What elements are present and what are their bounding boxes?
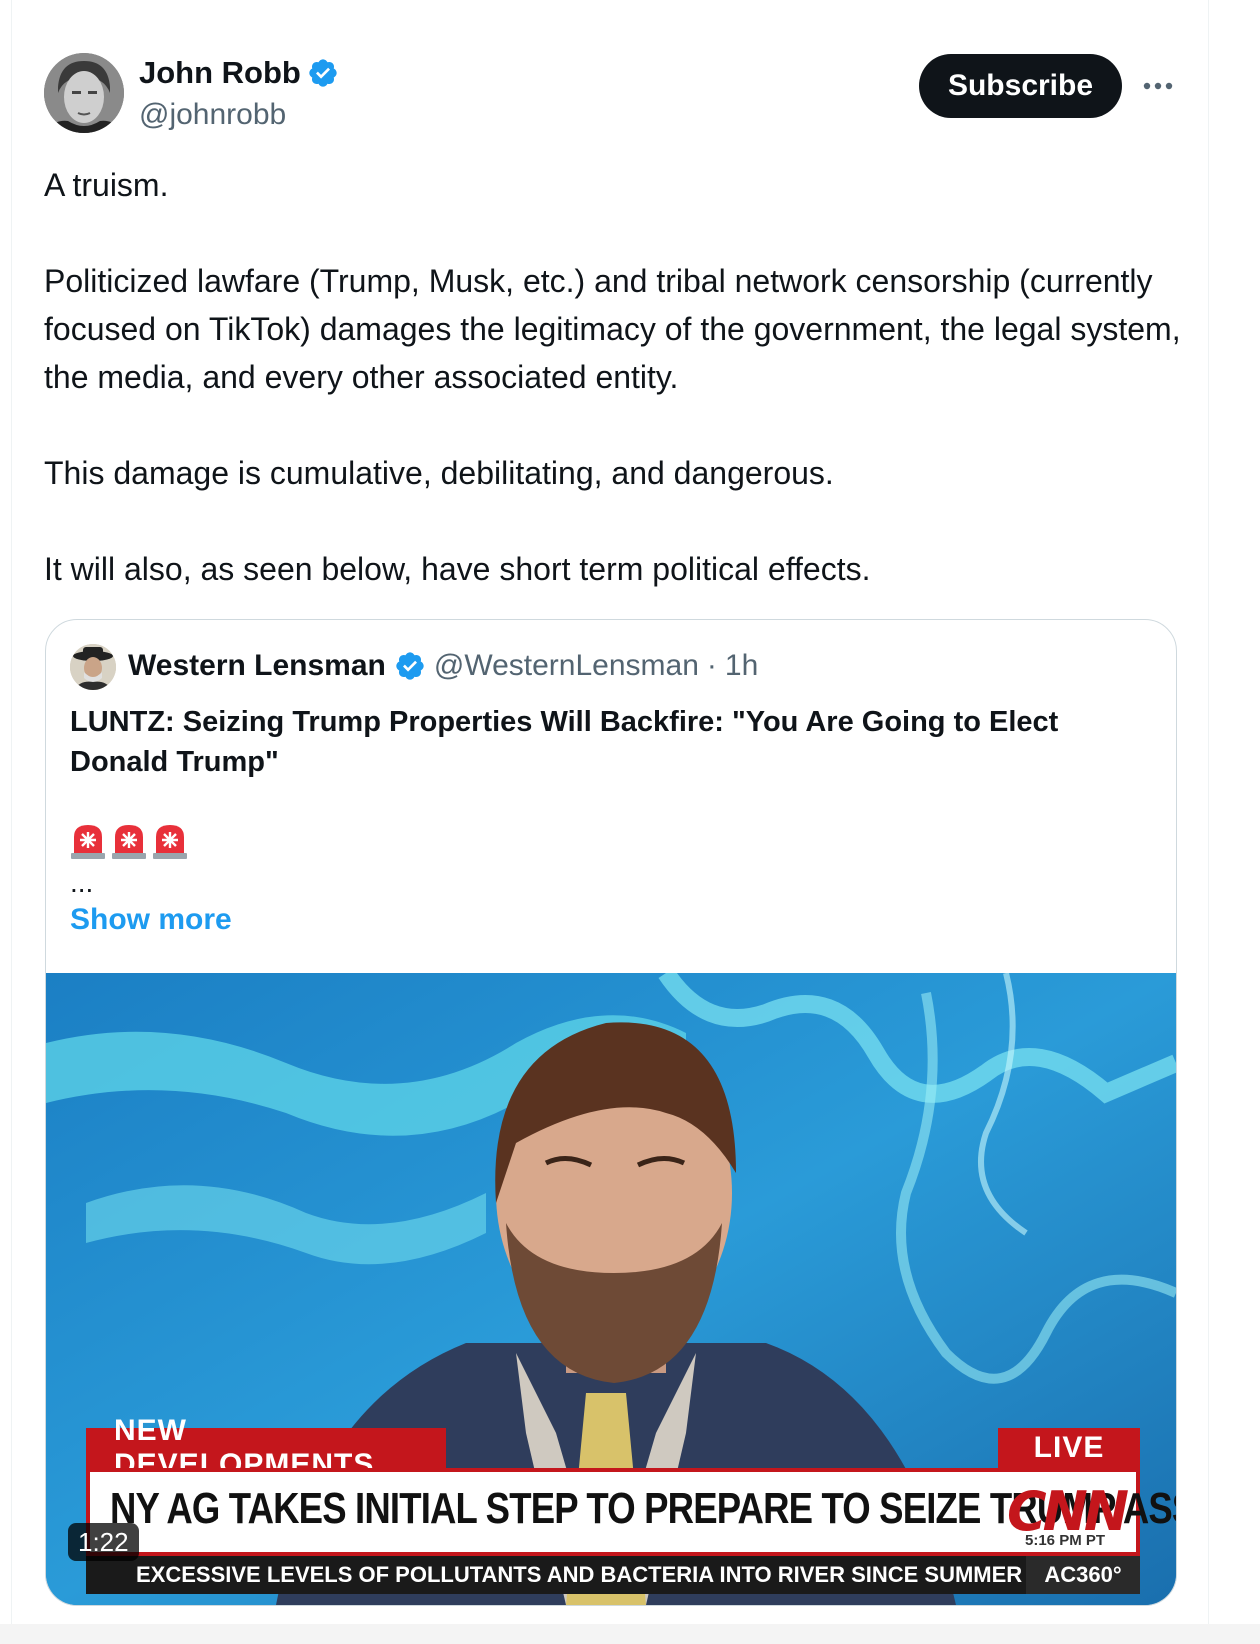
quoted-tweet[interactable]: Western Lensman @WesternLensman · 1h LUN… xyxy=(45,619,1177,1606)
banner-label: NEW DEVELOPMENTS xyxy=(86,1414,446,1481)
verified-badge-icon xyxy=(394,650,426,682)
quote-author-handle[interactable]: @WesternLensman xyxy=(434,646,699,686)
quote-timestamp[interactable]: 1h xyxy=(725,646,758,686)
author-name[interactable]: John Robb xyxy=(139,55,339,91)
quote-text: LUNTZ: Seizing Trump Properties Will Bac… xyxy=(70,706,1059,778)
video-duration: 1:22 xyxy=(68,1523,139,1561)
author-avatar[interactable] xyxy=(44,53,124,133)
tweet-paragraph: A truism. xyxy=(44,167,169,203)
show-more-link[interactable]: Show more xyxy=(70,899,232,941)
show-tag: AC360° xyxy=(1026,1556,1140,1594)
bottom-edge xyxy=(0,1624,1260,1644)
verified-badge-icon xyxy=(307,57,339,89)
siren-emoji xyxy=(70,823,188,861)
quote-author-name[interactable]: Western Lensman xyxy=(128,646,386,686)
video-player[interactable]: NEW DEVELOPMENTS LIVE NY AG TAKES INITIA… xyxy=(46,973,1176,1605)
more-icon[interactable] xyxy=(1138,66,1178,106)
tweet-text: A truism. Politicized lawfare (Trump, Mu… xyxy=(44,161,1184,593)
tweet-paragraph: It will also, as seen below, have short … xyxy=(44,551,871,587)
quote-ellipsis: ... xyxy=(70,867,94,898)
quote-header: Western Lensman @WesternLensman · 1h xyxy=(128,646,758,686)
tweet-paragraph: Politicized lawfare (Trump, Musk, etc.) … xyxy=(44,263,1181,395)
tweet-paragraph: This damage is cumulative, debilitating,… xyxy=(44,455,834,491)
ticker-text: EXCESSIVE LEVELS OF POLLUTANTS AND BACTE… xyxy=(136,1562,1084,1587)
broadcast-clock: 5:16 PM PT xyxy=(1025,1532,1106,1549)
subscribe-button[interactable]: Subscribe xyxy=(919,54,1122,118)
author-handle[interactable]: @johnrobb xyxy=(139,97,286,133)
live-badge: LIVE xyxy=(998,1428,1140,1468)
news-ticker: EXCESSIVE LEVELS OF POLLUTANTS AND BACTE… xyxy=(86,1556,1140,1594)
quote-author-avatar[interactable] xyxy=(70,644,116,690)
news-chyron: NY AG TAKES INITIAL STEP TO PREPARE TO S… xyxy=(86,1468,1176,1556)
quote-separator: · xyxy=(706,649,717,682)
